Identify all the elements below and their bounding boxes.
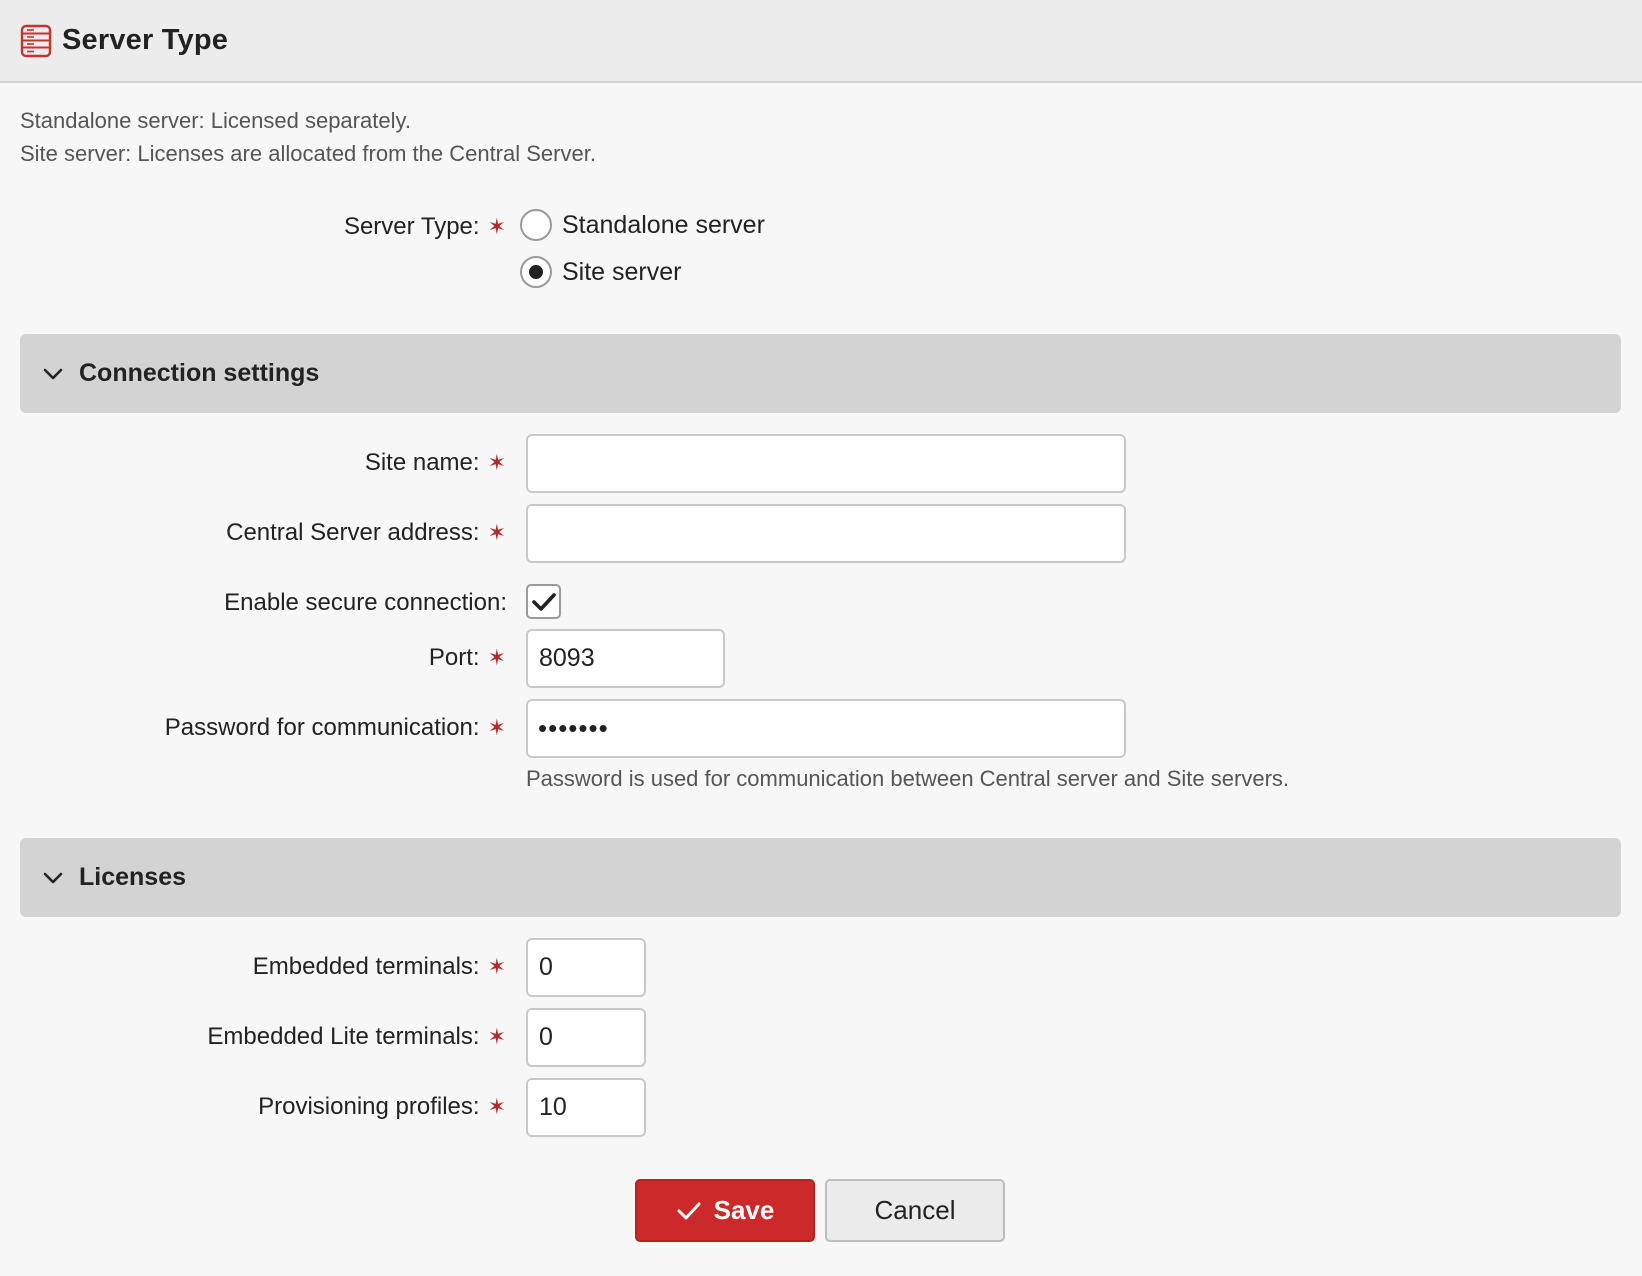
checkmark-icon[interactable] <box>676 1200 702 1222</box>
required-marker: ✶ <box>487 450 506 475</box>
description-line-site: Site server: Licenses are allocated from… <box>20 141 596 166</box>
required-marker: ✶ <box>487 1094 506 1119</box>
radio-button-standalone[interactable] <box>520 209 552 241</box>
page-title: Server Type <box>62 24 229 56</box>
cancel-button-label[interactable]: Cancel <box>875 1195 956 1226</box>
page-header: Server Type <box>0 0 1642 83</box>
radio-label-standalone[interactable]: Standalone server <box>562 211 765 240</box>
port-input[interactable] <box>526 629 725 688</box>
password-input[interactable] <box>526 699 1126 758</box>
password-hint: Password is used for communication betwe… <box>526 766 1290 791</box>
embedded-lite-terminals-label: Embedded Lite terminals: ✶ <box>207 1022 506 1052</box>
provisioning-profiles-label: Provisioning profiles: ✶ <box>258 1092 506 1122</box>
radio-standalone-server[interactable]: Standalone server <box>520 208 765 242</box>
embedded-terminals-input[interactable] <box>526 938 646 997</box>
connection-settings-title[interactable]: Connection settings <box>79 359 319 388</box>
required-marker: ✶ <box>487 645 506 670</box>
save-button[interactable]: Save <box>635 1179 815 1242</box>
provisioning-profiles-input[interactable] <box>526 1078 646 1137</box>
save-button-label[interactable]: Save <box>714 1195 775 1226</box>
description-line-standalone: Standalone server: Licensed separately. <box>20 108 411 133</box>
server-type-description: Standalone server: Licensed separately. … <box>20 104 596 170</box>
site-name-label: Site name: ✶ <box>365 448 506 478</box>
required-marker: ✶ <box>487 214 506 239</box>
server-stack-icon <box>20 24 52 58</box>
connection-settings-header[interactable]: Connection settings <box>20 334 1621 413</box>
embedded-terminals-label-text: Embedded terminals: <box>252 953 480 980</box>
central-server-address-label-text: Central Server address: <box>226 519 480 546</box>
licenses-title[interactable]: Licenses <box>79 863 186 892</box>
required-marker: ✶ <box>487 954 506 979</box>
chevron-down-icon[interactable] <box>42 867 64 889</box>
password-label-text: Password for communication: <box>164 714 480 741</box>
server-type-page: Server Type Standalone server: Licensed … <box>0 0 1642 1276</box>
required-marker: ✶ <box>487 1024 506 1049</box>
server-type-label: Server Type: ✶ <box>344 212 506 242</box>
cancel-button[interactable]: Cancel <box>825 1179 1005 1242</box>
radio-label-site[interactable]: Site server <box>562 258 681 287</box>
site-name-input[interactable] <box>526 434 1126 493</box>
radio-site-server[interactable]: Site server <box>520 255 681 289</box>
secure-connection-checkbox[interactable] <box>526 584 561 619</box>
server-type-label-text: Server Type: <box>343 213 480 240</box>
secure-connection-label: Enable secure connection: <box>224 589 507 616</box>
port-label-text: Port: <box>428 644 480 671</box>
licenses-header[interactable]: Licenses <box>20 838 1621 917</box>
port-label: Port: ✶ <box>429 643 506 673</box>
central-server-address-label: Central Server address: ✶ <box>226 518 506 548</box>
radio-button-site[interactable] <box>520 256 552 288</box>
embedded-terminals-label: Embedded terminals: ✶ <box>253 952 506 982</box>
password-label: Password for communication: ✶ <box>165 713 506 743</box>
central-server-address-input[interactable] <box>526 504 1126 563</box>
required-marker: ✶ <box>487 520 506 545</box>
provisioning-profiles-label-text: Provisioning profiles: <box>258 1093 480 1120</box>
embedded-lite-terminals-input[interactable] <box>526 1008 646 1067</box>
embedded-lite-terminals-label-text: Embedded Lite terminals: <box>207 1023 480 1050</box>
required-marker: ✶ <box>487 715 506 740</box>
chevron-down-icon[interactable] <box>42 363 64 385</box>
checkmark-icon[interactable] <box>531 591 557 613</box>
site-name-label-text: Site name: <box>364 449 480 476</box>
